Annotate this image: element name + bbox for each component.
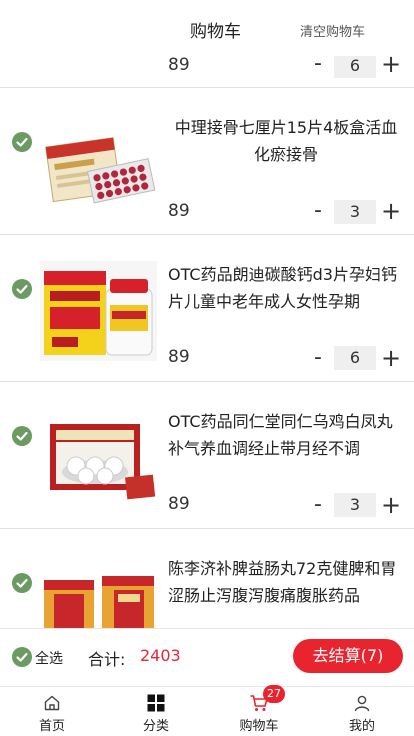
total-label: 合计: xyxy=(88,650,126,669)
item-price: 89 xyxy=(168,201,190,221)
tab-label: 首页 xyxy=(38,719,65,734)
item-check-icon[interactable] xyxy=(12,279,32,299)
product-image[interactable] xyxy=(40,559,157,636)
tab-label: 分类 xyxy=(142,719,169,734)
decrease-button[interactable]: - xyxy=(308,494,328,516)
cart-item: OTC药品朗迪碳酸钙d3片孕妇钙片儿童中老年成人女性孕期 89 - 6 + xyxy=(0,235,414,382)
decrease-button[interactable]: - xyxy=(308,347,328,369)
item-name[interactable]: 陈李济补脾益肠丸72克健脾和胃涩肠止泻腹泻腹痛腹胀药品 xyxy=(168,555,404,609)
increase-button[interactable]: + xyxy=(380,199,402,223)
increase-button[interactable]: + xyxy=(380,52,402,76)
item-price: 89 xyxy=(168,347,190,367)
quantity-field[interactable]: 6 xyxy=(334,346,376,370)
increase-button[interactable]: + xyxy=(380,493,402,517)
tab-bar: 首页 分类 27 购物车 我的 xyxy=(0,685,414,736)
tab-mine[interactable]: 我的 xyxy=(310,687,414,736)
item-check-icon[interactable] xyxy=(12,132,32,152)
home-icon xyxy=(44,695,60,711)
user-icon xyxy=(354,695,370,712)
tab-label: 购物车 xyxy=(239,719,279,734)
page-title: 购物车 xyxy=(190,22,241,42)
grid-icon xyxy=(147,694,165,712)
checkout-bar: 全选 合计: 2403 去结算(7) xyxy=(0,628,414,685)
quantity-field[interactable]: 3 xyxy=(334,200,376,224)
item-name[interactable]: OTC药品朗迪碳酸钙d3片孕妇钙片儿童中老年成人女性孕期 xyxy=(168,261,404,315)
decrease-button[interactable]: - xyxy=(308,53,328,75)
clear-cart-button[interactable]: 清空购物车 xyxy=(300,21,365,40)
item-check-icon[interactable] xyxy=(12,573,32,593)
item-name[interactable]: OTC药品同仁堂同仁乌鸡白凤丸补气养血调经止带月经不调 xyxy=(168,408,404,462)
select-all-check-icon[interactable] xyxy=(12,647,32,667)
select-all-label[interactable]: 全选 xyxy=(35,648,63,668)
quantity-field[interactable]: 6 xyxy=(334,54,376,78)
increase-button[interactable]: + xyxy=(380,346,402,370)
product-image[interactable] xyxy=(40,261,157,361)
top-bar: 购物车 清空购物车 xyxy=(0,0,414,56)
checkout-button[interactable]: 去结算(7) xyxy=(293,639,403,673)
cart-list: 89 - 6 + 中理接骨七厘片15片4板盒活血化瘀接骨 89 - 3 + OT… xyxy=(0,0,414,636)
cart-item: 中理接骨七厘片15片4板盒活血化瘀接骨 89 - 3 + xyxy=(0,88,414,235)
tab-home[interactable]: 首页 xyxy=(0,687,104,736)
cart-count-badge: 27 xyxy=(263,685,285,703)
total-amount: 2403 xyxy=(140,646,181,665)
tab-label: 我的 xyxy=(348,719,375,734)
item-name[interactable]: 中理接骨七厘片15片4板盒活血化瘀接骨 xyxy=(168,114,404,168)
item-price: 89 xyxy=(168,494,190,514)
cart-item: OTC药品同仁堂同仁乌鸡白凤丸补气养血调经止带月经不调 89 - 3 + xyxy=(0,382,414,529)
checkout-label: 去结算(7) xyxy=(312,646,384,665)
item-price: 89 xyxy=(168,55,190,75)
tab-cart[interactable]: 27 购物车 xyxy=(207,685,311,736)
product-image[interactable] xyxy=(40,110,157,210)
quantity-field[interactable]: 3 xyxy=(334,493,376,517)
item-check-icon[interactable] xyxy=(12,426,32,446)
cart-item: 陈李济补脾益肠丸72克健脾和胃涩肠止泻腹泻腹痛腹胀药品 xyxy=(0,529,414,636)
product-image[interactable] xyxy=(40,406,157,506)
decrease-button[interactable]: - xyxy=(308,200,328,222)
tab-category[interactable]: 分类 xyxy=(104,687,208,736)
